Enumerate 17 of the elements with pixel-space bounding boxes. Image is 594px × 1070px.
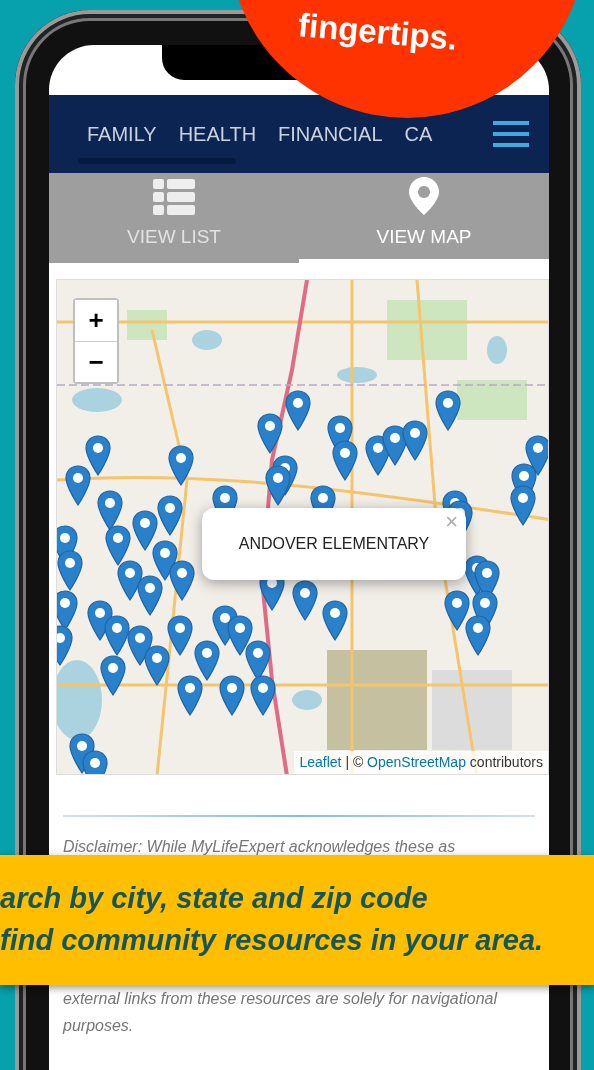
attribution-link[interactable]: Leaflet [299,754,342,770]
attribution-link[interactable]: OpenStreetMap [367,754,466,770]
nav-tab[interactable]: HEALTH [178,119,257,149]
promo-badge-text: fingertips. [296,4,460,59]
banner-text: find community resources in your area. [0,923,544,958]
banner-text: arch by city, state and zip code [0,881,428,916]
zoom-out-button[interactable]: − [75,341,117,382]
nav-tab[interactable]: FINANCIAL [278,119,383,149]
disclaimer-text: Disclaimer: While MyLifeExpert acknowledges these as [62,837,457,857]
map-attribution: Leaflet | © OpenStreetMap contributors [294,751,548,774]
list-icon [153,178,195,215]
popup-title: ANDOVER ELEMENTARY [238,534,430,554]
disclaimer-text: external links from these resources are solely for navigational purposes. [61,989,499,1036]
menu-icon[interactable] [493,121,529,147]
nav-tab[interactable]: CA [404,119,433,149]
nav-tab[interactable]: FAMILY [87,119,157,149]
map-pin-icon [409,176,439,215]
